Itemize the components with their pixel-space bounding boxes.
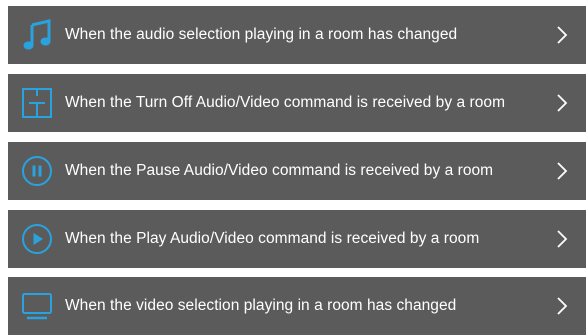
pause-circle-icon: [20, 154, 54, 188]
trigger-label: When the video selection playing in a ro…: [65, 297, 457, 314]
trigger-label: When the audio selection playing in a ro…: [65, 26, 458, 43]
monitor-icon: [20, 289, 54, 323]
play-circle-icon: [20, 222, 54, 256]
trigger-label: When the Pause Audio/Video command is re…: [65, 162, 494, 179]
chevron-right-icon: [552, 159, 572, 183]
trigger-label: When the Turn Off Audio/Video command is…: [65, 94, 506, 111]
trigger-row-audio-selection-changed[interactable]: When the audio selection playing in a ro…: [8, 6, 586, 64]
trigger-row-pause-av[interactable]: When the Pause Audio/Video command is re…: [8, 142, 586, 200]
music-note-icon: [20, 18, 54, 52]
chevron-right-icon: [552, 91, 572, 115]
chevron-right-icon: [552, 294, 572, 318]
chevron-right-icon: [552, 227, 572, 251]
trigger-label: When the Play Audio/Video command is rec…: [65, 230, 480, 247]
trigger-row-video-selection-changed[interactable]: When the video selection playing in a ro…: [8, 277, 586, 335]
room-layout-icon: [20, 86, 54, 120]
trigger-row-turn-off-av[interactable]: When the Turn Off Audio/Video command is…: [8, 74, 586, 132]
chevron-right-icon: [552, 23, 572, 47]
trigger-row-play-av[interactable]: When the Play Audio/Video command is rec…: [8, 210, 586, 268]
